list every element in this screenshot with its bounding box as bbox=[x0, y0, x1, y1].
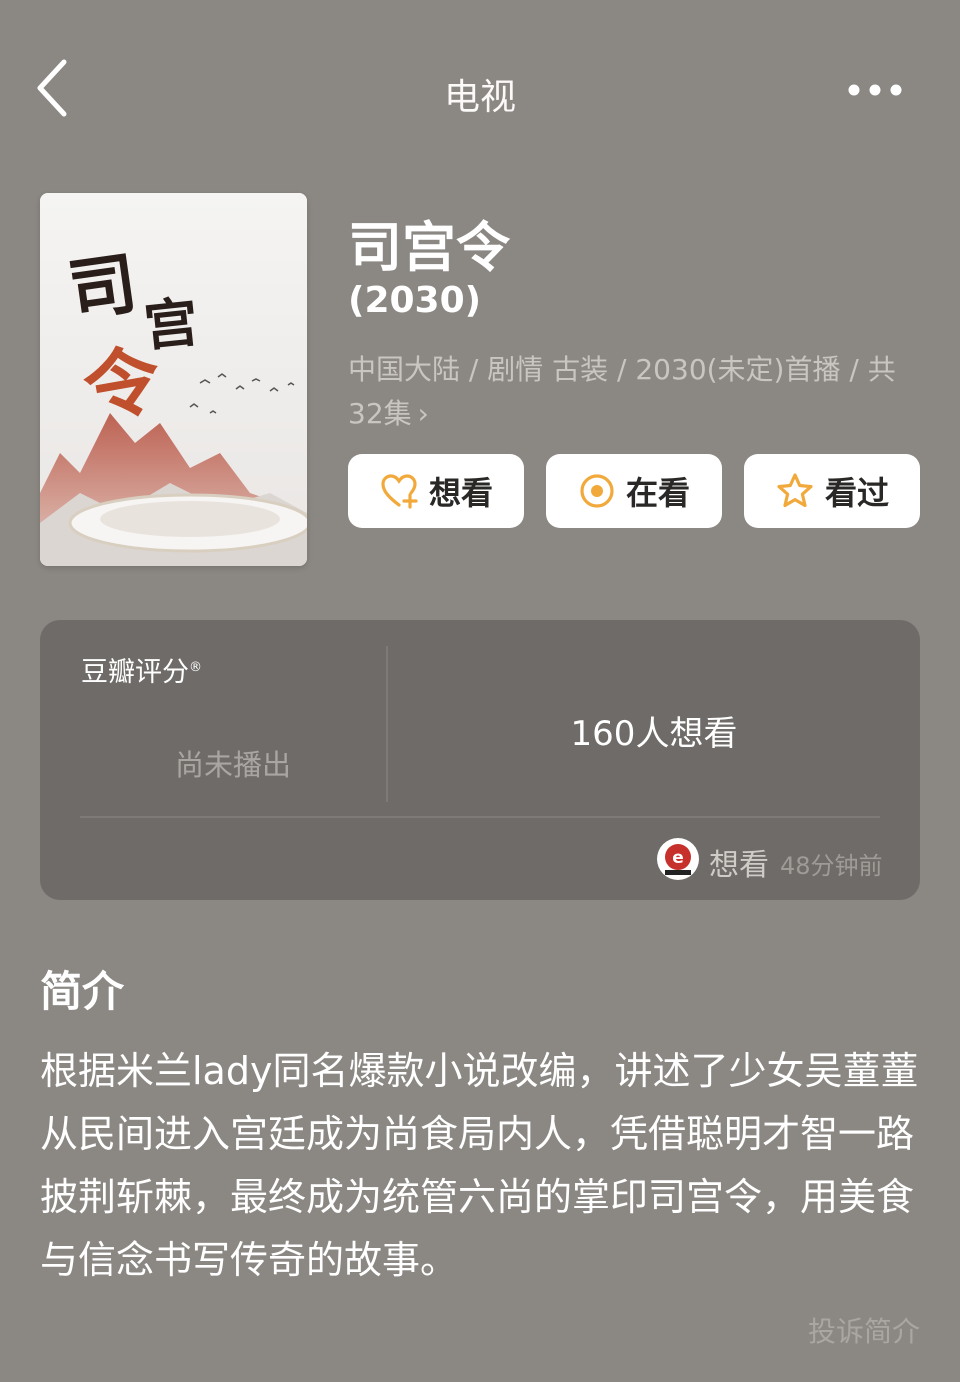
chevron-right-icon: › bbox=[417, 397, 429, 430]
intro-heading: 简介 bbox=[40, 967, 125, 1016]
recent-time: 48分钟前 bbox=[780, 852, 883, 880]
horizontal-divider bbox=[80, 816, 880, 818]
more-button[interactable] bbox=[840, 70, 910, 110]
douban-rating-label: 豆瓣评分® bbox=[81, 650, 202, 689]
target-circle-icon bbox=[580, 474, 614, 508]
show-year: (2030) bbox=[348, 280, 482, 321]
rating-status: 尚未播出 bbox=[174, 748, 291, 782]
top-nav-bar: 电视 bbox=[0, 40, 960, 140]
douban-rating-text: 豆瓣评分 bbox=[81, 657, 189, 688]
watched-button[interactable]: 看过 bbox=[744, 454, 920, 528]
star-icon bbox=[777, 473, 813, 508]
recent-action: 想看 bbox=[709, 848, 769, 883]
e-logo-icon: e bbox=[658, 839, 698, 879]
show-meta-text: 中国大陆 / 剧情 古装 / 2030(未定)首播 / 共32集 bbox=[348, 353, 896, 430]
rating-card: 豆瓣评分® 尚未播出 160人想看 e 想看 48分钟前 bbox=[40, 620, 920, 900]
want-count[interactable]: 160人想看 bbox=[388, 706, 920, 755]
poster-title-char-1: 司 bbox=[63, 243, 141, 332]
show-title: 司宫令 bbox=[348, 216, 510, 279]
registered-mark: ® bbox=[189, 660, 202, 675]
want-to-watch-label: 想看 bbox=[428, 474, 493, 512]
show-meta[interactable]: 中国大陆 / 剧情 古装 / 2030(未定)首播 / 共32集 › bbox=[348, 348, 923, 436]
nav-title: 电视 bbox=[443, 77, 516, 118]
more-dots-icon bbox=[848, 84, 902, 96]
heart-plus-icon bbox=[381, 474, 418, 509]
watched-label: 看过 bbox=[824, 474, 889, 512]
complain-link[interactable]: 投诉简介 bbox=[808, 1310, 920, 1350]
watching-button[interactable]: 在看 bbox=[546, 454, 722, 528]
user-avatar[interactable]: e bbox=[657, 838, 699, 880]
poster-image[interactable]: 司 宫 令 bbox=[40, 193, 307, 566]
watching-label: 在看 bbox=[625, 474, 690, 512]
svg-text:e: e bbox=[672, 848, 684, 868]
poster-art: 司 宫 令 bbox=[40, 193, 307, 566]
want-to-watch-button[interactable]: 想看 bbox=[348, 454, 524, 528]
intro-body: 根据米兰lady同名爆款小说改编，讲述了少女吴蕫蕫从民间进入宫廷成为尚食局内人，… bbox=[40, 1049, 919, 1282]
